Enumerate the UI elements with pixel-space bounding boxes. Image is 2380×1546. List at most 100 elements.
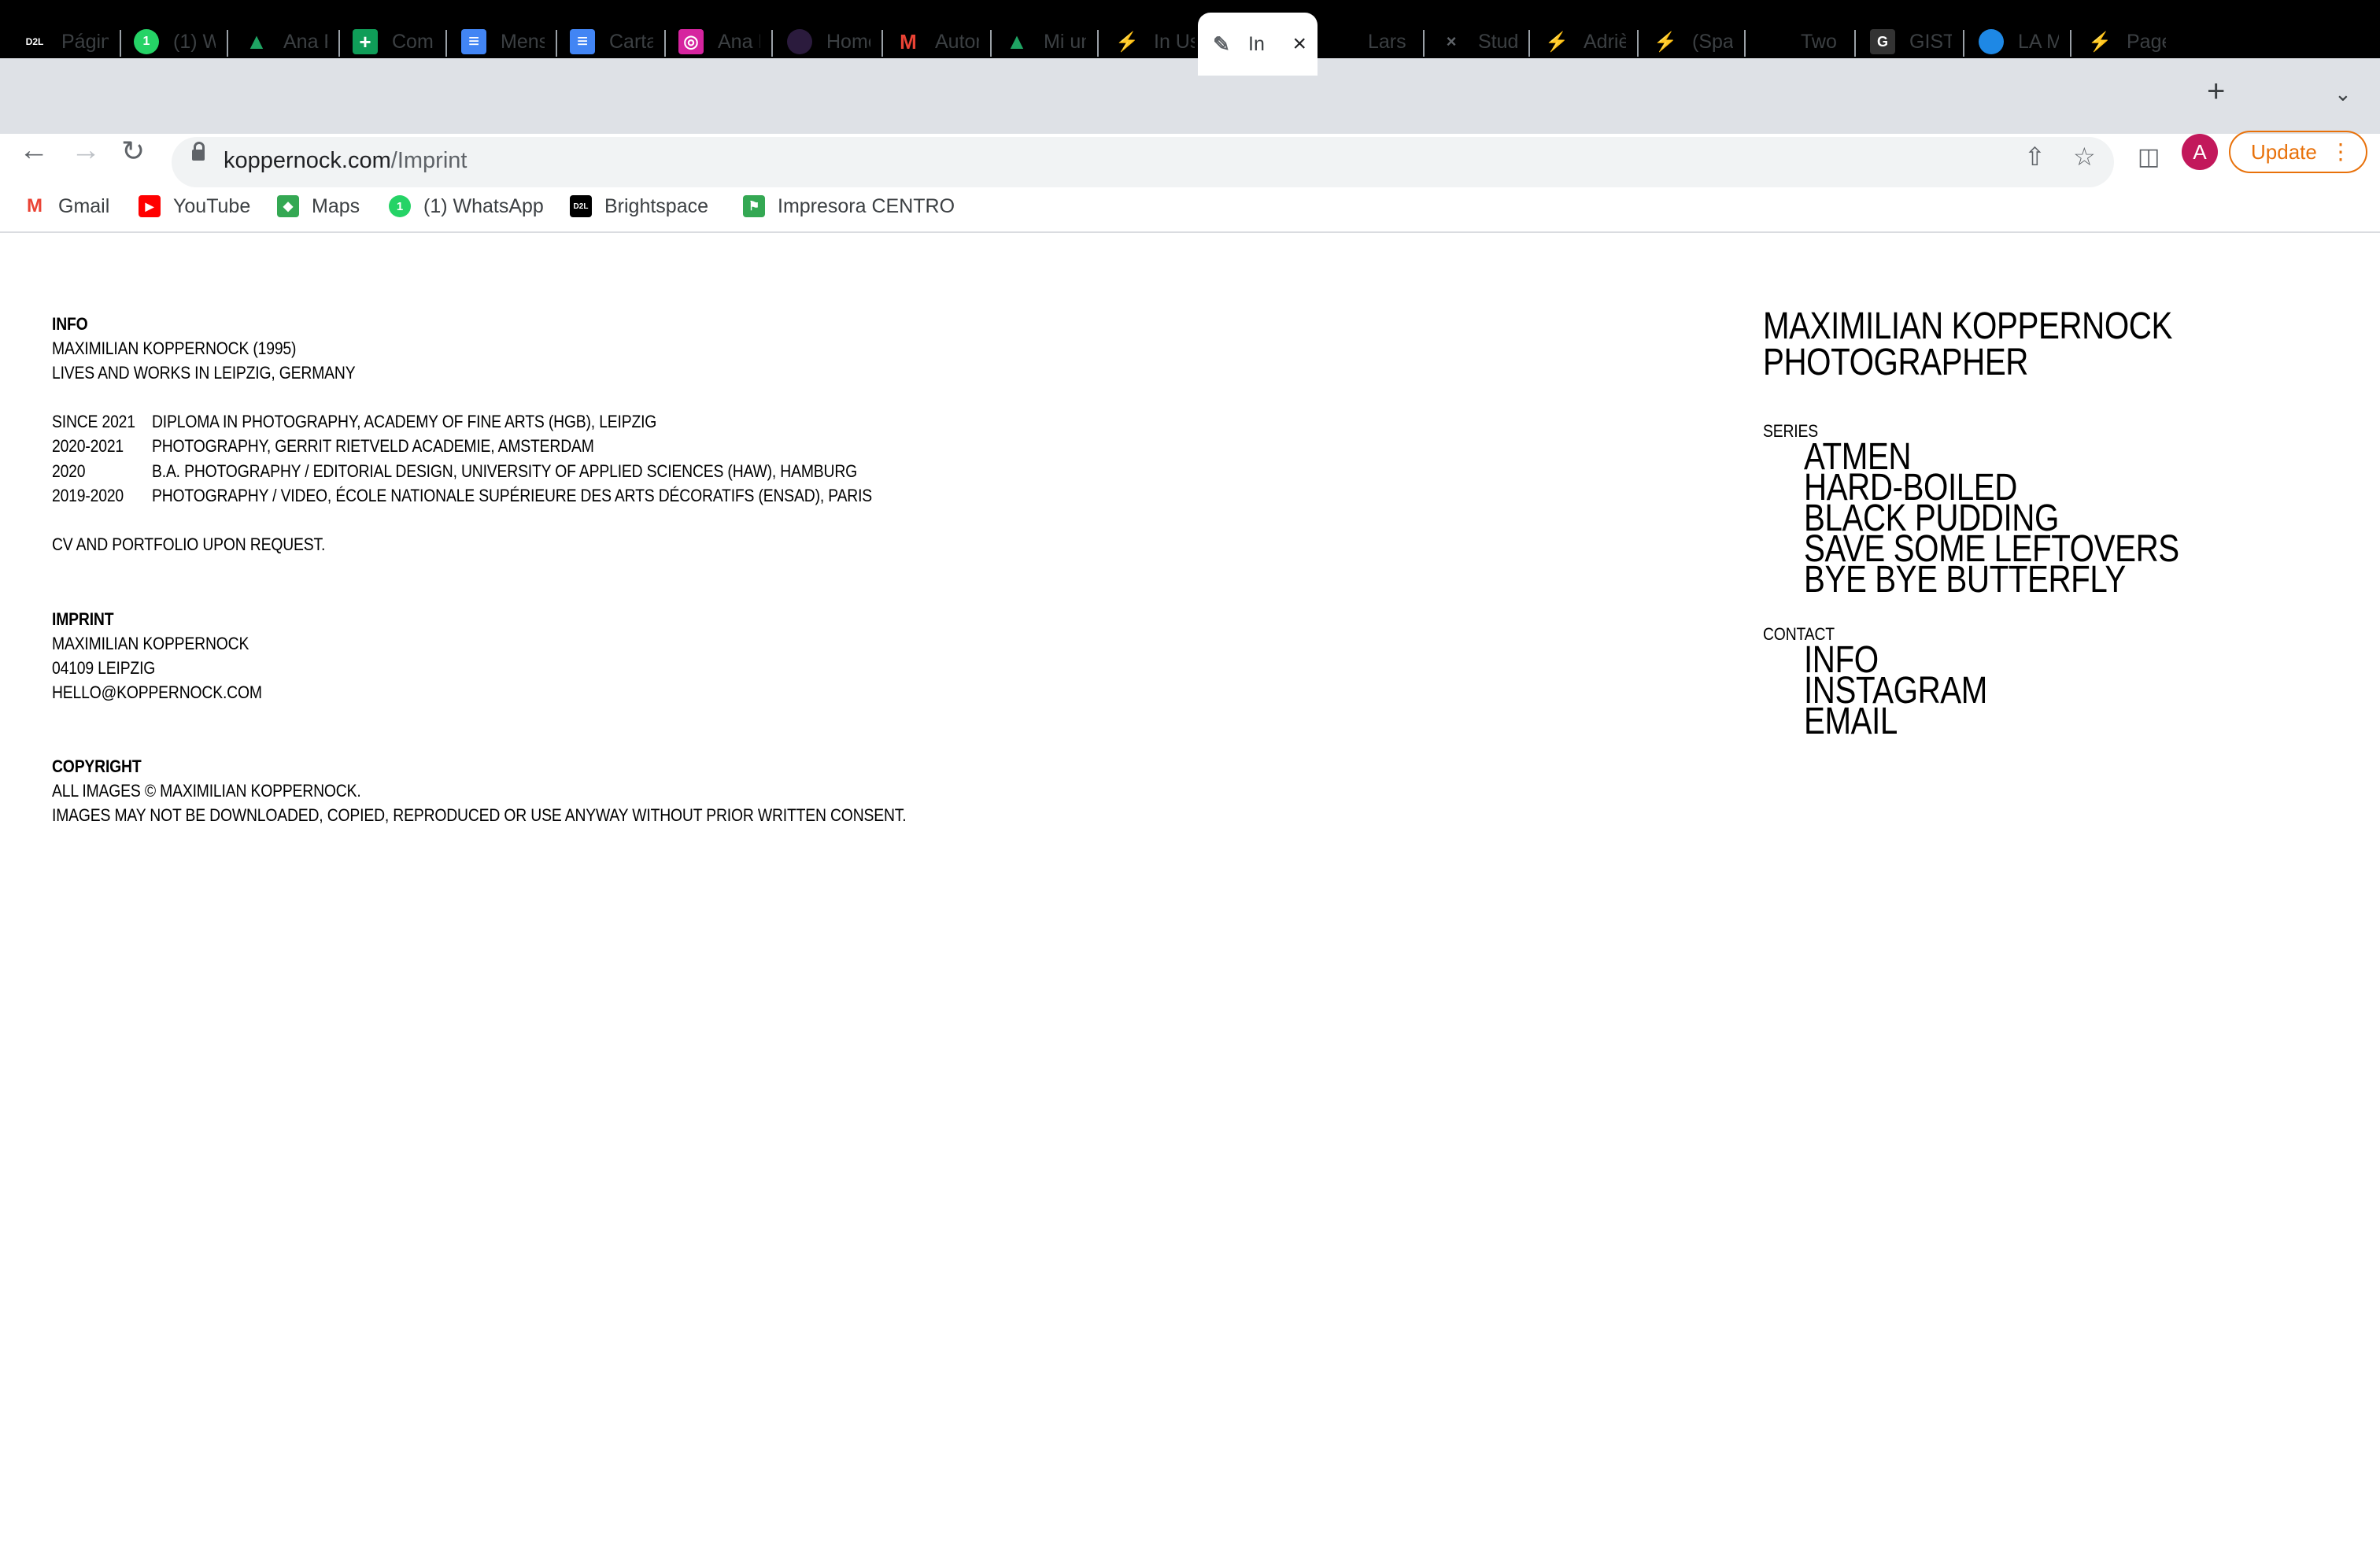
tab[interactable]: ◎ Ana E — [678, 13, 760, 71]
bookmark-star-icon[interactable]: ☆ — [2073, 142, 2096, 172]
tab-search-chevron-icon[interactable]: ⌄ — [2334, 82, 2352, 106]
back-arrow-icon[interactable]: ← — [19, 135, 49, 165]
tab-title: Ana E — [718, 30, 760, 53]
tab[interactable]: ⚡ Page — [2087, 13, 2166, 71]
google-docs-icon: ≡ — [570, 29, 595, 54]
bookmark-label: YouTube — [173, 194, 251, 217]
edu-desc: B.A. PHOTOGRAPHY / EDITORIAL DESIGN, UNI… — [152, 461, 858, 481]
imprint-line: MAXIMILIAN KOPPERNOCK — [52, 634, 249, 653]
tab-separator — [1744, 30, 1746, 57]
imprint-line: 04109 LEIPZIG — [52, 658, 156, 678]
bookmark-item[interactable]: M Gmail — [24, 192, 109, 220]
update-button[interactable]: Update ⋮ — [2229, 131, 2367, 173]
d2l-icon: D2L — [570, 195, 592, 217]
profile-avatar[interactable]: A — [2182, 134, 2218, 170]
edu-years: 2019-2020 — [52, 486, 124, 505]
tab-separator — [2070, 30, 2071, 57]
dark-circle-icon — [787, 29, 812, 54]
instagram-icon: ◎ — [678, 29, 704, 54]
tab-title: Page — [2127, 30, 2166, 53]
update-label: Update — [2251, 140, 2317, 164]
bookmark-item[interactable]: ⚑ Impresora CENTRO — [743, 192, 955, 220]
tab[interactable]: LA M — [1979, 13, 2059, 71]
tab-title: Comp — [392, 30, 434, 53]
maps-icon: ◆ — [277, 195, 299, 217]
tab-title: Two F — [1801, 30, 1843, 53]
tab[interactable]: ≡ Carta — [570, 13, 653, 71]
bookmark-label: Maps — [312, 194, 360, 217]
google-docs-icon: ≡ — [461, 29, 486, 54]
bookmark-item[interactable]: 1 (1) WhatsApp — [389, 192, 544, 220]
tab-title: Autor — [935, 30, 979, 53]
tab[interactable]: ⚡ (Spar — [1653, 13, 1733, 71]
bookmark-label: (1) WhatsApp — [423, 194, 544, 217]
tab[interactable]: ▲ Mi un — [1004, 13, 1086, 71]
tab[interactable]: ✎ In × — [1198, 13, 1318, 76]
tab-title: (Spar — [1692, 30, 1733, 53]
tab[interactable]: Home — [787, 13, 870, 71]
url-text[interactable]: koppernock.com/Imprint — [224, 139, 467, 183]
tab-title: Lars — [1368, 30, 1406, 53]
tab-title: LA M — [2018, 30, 2059, 53]
tab[interactable]: ≡ Mens — [461, 13, 545, 71]
more-menu-icon[interactable]: ⋮ — [2330, 132, 2352, 172]
tab[interactable]: Lars — [1329, 13, 1412, 71]
forward-arrow-icon[interactable]: → — [71, 135, 101, 165]
close-tab-icon[interactable]: × — [1292, 31, 1306, 57]
edu-desc: DIPLOMA IN PHOTOGRAPHY, ACADEMY OF FINE … — [152, 412, 657, 431]
bookmark-label: Brightspace — [604, 194, 709, 217]
edu-desc: PHOTOGRAPHY, GERRIT RIETVELD ACADEMIE, A… — [152, 436, 594, 456]
info-heading: INFO — [52, 314, 88, 334]
tab-title: Págin — [61, 30, 109, 53]
tab-separator — [556, 30, 557, 57]
x-icon: × — [1446, 31, 1457, 51]
tab[interactable]: G GIST — [1870, 13, 1952, 71]
tab[interactable]: + Comp — [353, 13, 434, 71]
site-title[interactable]: MAXIMILIAN KOPPERNOCK — [1763, 308, 2172, 346]
contact-link-email[interactable]: EMAIL — [1804, 703, 1898, 741]
tab[interactable]: ⚡ In Us — [1114, 13, 1195, 71]
bird-sketch-icon: ✎ — [1213, 31, 1230, 56]
bookmark-item[interactable]: D2L Brightspace — [570, 192, 708, 220]
tab[interactable]: × Studi — [1439, 13, 1517, 71]
copyright-line: ALL IMAGES © MAXIMILIAN KOPPERNOCK. — [52, 781, 361, 801]
tab[interactable]: ⚡ Adriè — [1544, 13, 1626, 71]
bookmark-item[interactable]: ◆ Maps — [277, 192, 360, 220]
youtube-icon: ▶ — [139, 195, 161, 217]
tab-separator — [1423, 30, 1425, 57]
whatsapp-icon: 1 — [389, 195, 411, 217]
tab-separator — [227, 30, 228, 57]
share-icon[interactable]: ⇧ — [2024, 142, 2046, 172]
tab[interactable]: D2L Págin — [22, 13, 109, 71]
tab-separator — [120, 30, 121, 57]
edu-years: 2020-2021 — [52, 436, 124, 456]
series-link-bye-bye-butterfly[interactable]: BYE BYE BUTTERFLY — [1804, 561, 2126, 599]
tab-separator — [338, 30, 340, 57]
google-sheets-icon: + — [353, 29, 378, 54]
copyright-line: IMAGES MAY NOT BE DOWNLOADED, COPIED, RE… — [52, 805, 907, 825]
bolt-icon: ⚡ — [2088, 31, 2112, 53]
new-tab-plus-icon[interactable]: + — [2207, 76, 2225, 107]
edu-desc: PHOTOGRAPHY / VIDEO, ÉCOLE NATIONALE SUP… — [152, 486, 873, 505]
reload-icon[interactable]: ↻ — [121, 137, 145, 165]
tab[interactable]: J Two F — [1761, 13, 1843, 71]
tab-title: In — [1248, 32, 1265, 55]
j-icon: J — [1767, 28, 1781, 54]
tab-title: GIST — [1909, 30, 1952, 53]
cv-note: CV AND PORTFOLIO UPON REQUEST. — [52, 534, 326, 554]
lock-icon[interactable] — [192, 142, 205, 161]
bolt-icon: ⚡ — [1115, 31, 1139, 53]
tab[interactable]: M Autor — [896, 13, 979, 71]
bookmark-item[interactable]: ▶ YouTube — [139, 192, 250, 220]
tab[interactable]: ▲ Ana F — [244, 13, 327, 71]
imprint-heading: IMPRINT — [52, 609, 114, 629]
info-location-line: LIVES AND WORKS IN LEIPZIG, GERMANY — [52, 363, 356, 383]
globe-icon — [1979, 29, 2004, 54]
copyright-heading: COPYRIGHT — [52, 756, 142, 776]
side-panel-icon[interactable]: ◫ — [2138, 143, 2160, 171]
tab-title: Ana F — [283, 30, 327, 53]
black-circle-icon — [1329, 29, 1354, 54]
tab-title: (1) W — [173, 30, 216, 53]
site-subtitle: PHOTOGRAPHER — [1763, 342, 2028, 383]
tab[interactable]: 1 (1) W — [134, 13, 216, 71]
